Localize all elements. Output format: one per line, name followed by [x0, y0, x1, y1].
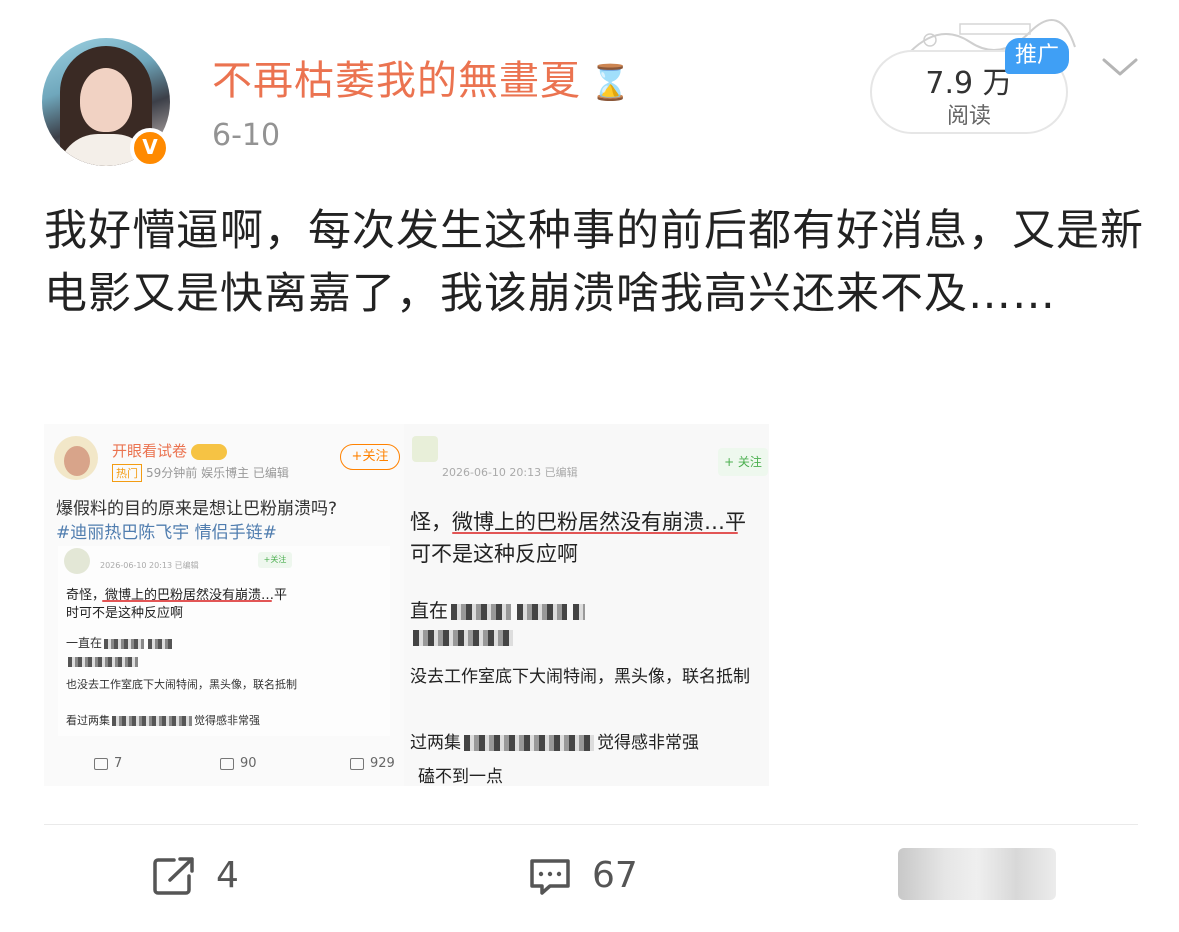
hourglass-icon: ⌛: [589, 63, 633, 103]
embedded-author-name: 开眼看试卷: [112, 440, 228, 461]
verified-v-icon: V: [130, 128, 170, 168]
embedded-follow-button: + 关注: [718, 448, 768, 476]
embedded-line: 可不是这种反应啊: [410, 542, 578, 566]
repost-icon: [153, 857, 194, 895]
embedded-line: 没去工作室底下大闹特闹，黑头像，联名抵制: [410, 667, 750, 687]
post-body-text: 我好懵逼啊，每次发生这种事的前后都有好消息，又是新电影又是快离嘉了，我该崩溃啥我…: [44, 206, 1144, 319]
embedded-title: 爆假料的目的原来是想让巴粉崩溃吗?: [56, 499, 338, 519]
nested-line: 也没去工作室底下大闹特闹，黑头像，联名抵制: [66, 678, 297, 691]
crown-badge-icon: [191, 443, 228, 460]
nested-line-pixelated: [66, 654, 140, 668]
nested-screenshot: 2026-06-10 20:13 已编辑 +关注 奇怪，微博上的巴粉居然没有崩溃…: [58, 546, 390, 736]
embedded-avatar: [412, 436, 438, 462]
embedded-line: 直在: [410, 596, 588, 623]
nested-line: 看过两集 觉得感非常强: [66, 714, 260, 727]
like-button-blurred[interactable]: [898, 848, 1056, 900]
action-bar-divider: [44, 824, 1138, 825]
nested-date: 2026-06-10 20:13 已编辑: [100, 561, 199, 570]
embedded-hashtag: #迪丽热巴陈飞宇 情侣手链#: [56, 523, 277, 543]
post-date: 6-10: [212, 118, 281, 153]
promote-badge[interactable]: 推广: [1005, 38, 1069, 74]
author-name[interactable]: 不再枯萎我的無畫夏 ⌛: [212, 48, 632, 106]
repost-count: 4: [216, 855, 239, 896]
nested-line: 一直在: [66, 634, 174, 651]
embedded-like: 929: [350, 756, 395, 771]
embedded-comment: 90: [220, 756, 257, 771]
embedded-line: 磕不到一点: [418, 767, 503, 786]
read-count-label: 阅读: [946, 104, 991, 129]
embedded-line-pixelated: [410, 626, 516, 648]
embedded-action-bar: 7 90 929: [44, 750, 404, 780]
comment-icon: [530, 859, 570, 895]
embedded-line: 过两集 觉得感非常强: [410, 733, 699, 753]
post-attached-image[interactable]: 开眼看试卷 热门 59分钟前 娱乐博主 已编辑 +关注 爆假料的目的原来是想让巴粉…: [44, 424, 769, 786]
embedded-meta: 热门 59分钟前 娱乐博主 已编辑: [112, 464, 289, 482]
red-underline: [452, 532, 738, 534]
nested-avatar: [64, 548, 90, 574]
embedded-avatar: [54, 436, 98, 480]
chevron-down-icon[interactable]: [1098, 52, 1142, 82]
embedded-screenshot-right: 2026-06-10 20:13 已编辑 + 关注 怪，微博上的巴粉居然没有崩溃…: [404, 424, 769, 786]
embedded-repost: 7: [94, 756, 122, 771]
comment-count: 67: [592, 855, 638, 896]
embedded-screenshot-left: 开眼看试卷 热门 59分钟前 娱乐博主 已编辑 +关注 爆假料的目的原来是想让巴粉…: [44, 424, 404, 786]
nested-line: 时可不是这种反应啊: [66, 606, 184, 621]
embedded-follow-button: +关注: [340, 444, 400, 470]
embedded-date: 2026-06-10 20:13 已编辑: [442, 466, 578, 479]
nested-follow: +关注: [258, 552, 292, 568]
